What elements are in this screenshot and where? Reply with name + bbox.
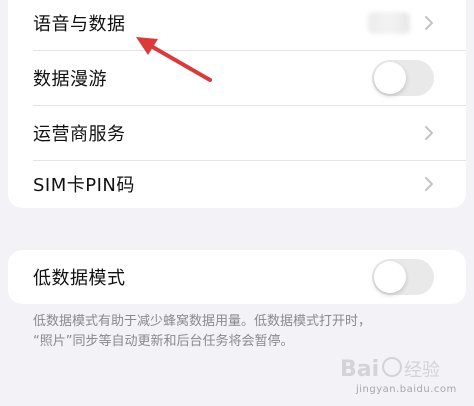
row-low-data-mode: 低数据模式	[8, 250, 466, 304]
red-arrow-icon	[136, 37, 212, 82]
toggle-knob	[374, 62, 406, 94]
footnote-line-2: “照片”同步等自动更新和后台任务将会暂停。	[33, 334, 294, 349]
row-data-roaming: 数据漫游	[8, 51, 466, 105]
chevron-right-icon	[425, 16, 433, 30]
low-data-mode-toggle[interactable]	[372, 259, 434, 295]
row-low-data-mode-label: 低数据模式	[33, 268, 126, 289]
row-sim-pin[interactable]: SIM卡PIN码	[8, 157, 466, 211]
svg-text:Bai: Bai	[340, 357, 379, 382]
low-data-mode-footnote: 低数据模式有助于减少蜂窝数据用量。低数据模式打开时， “照片”同步等自动更新和后…	[33, 312, 453, 352]
low-data-mode-group: 低数据模式	[8, 250, 466, 304]
row-carrier-services[interactable]: 运营商服务	[8, 106, 466, 160]
svg-text:经验: 经验	[404, 360, 440, 381]
chevron-right-icon	[425, 126, 433, 140]
chevron-right-icon	[425, 177, 433, 191]
footnote-line-1: 低数据模式有助于减少蜂窝数据用量。低数据模式打开时，	[33, 314, 372, 329]
row-voice-and-data[interactable]: 语音与数据	[8, 0, 466, 50]
row-sim-pin-label: SIM卡PIN码	[33, 175, 135, 196]
row-data-roaming-label: 数据漫游	[33, 69, 107, 90]
row-carrier-services-label: 运营商服务	[33, 124, 126, 145]
cellular-settings-group: 语音与数据 数据漫游 运营商服务 SIM卡PIN码	[8, 0, 466, 208]
watermark-url: jingyan.baidu.com	[356, 384, 457, 395]
data-roaming-toggle[interactable]	[372, 60, 434, 96]
row-voice-and-data-label: 语音与数据	[33, 14, 126, 35]
toggle-knob	[374, 261, 406, 293]
voice-and-data-value-blurred	[368, 12, 410, 34]
